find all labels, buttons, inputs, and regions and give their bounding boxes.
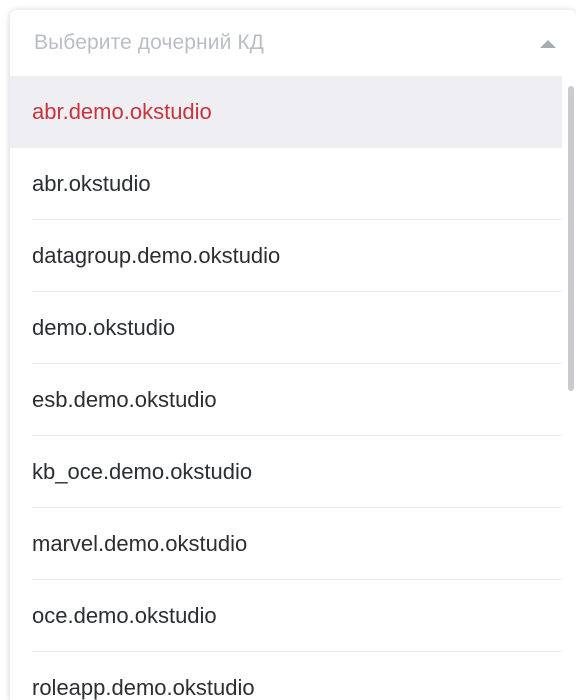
- dropdown-scrollbar[interactable]: [568, 86, 574, 391]
- dropdown-option[interactable]: abr.okstudio: [10, 148, 562, 220]
- dropdown-option[interactable]: datagroup.demo.okstudio: [10, 220, 562, 292]
- dropdown-option[interactable]: roleapp.demo.okstudio: [10, 652, 562, 700]
- dropdown-option[interactable]: marvel.demo.okstudio: [10, 508, 562, 580]
- dropdown-placeholder: Выберите дочерний КД: [34, 31, 264, 54]
- dropdown-header[interactable]: Выберите дочерний КД: [10, 10, 576, 76]
- dropdown-option[interactable]: oce.demo.okstudio: [10, 580, 562, 652]
- dropdown-option[interactable]: kb_oce.demo.okstudio: [10, 436, 562, 508]
- dropdown-option[interactable]: demo.okstudio: [10, 292, 562, 364]
- dropdown-option[interactable]: esb.demo.okstudio: [10, 364, 562, 436]
- caret-up-icon[interactable]: [540, 40, 556, 48]
- dropdown-options-list: abr.demo.okstudio abr.okstudio datagroup…: [10, 76, 562, 700]
- child-kd-dropdown[interactable]: Выберите дочерний КД abr.demo.okstudio a…: [10, 10, 576, 700]
- dropdown-option-selected[interactable]: abr.demo.okstudio: [10, 76, 562, 148]
